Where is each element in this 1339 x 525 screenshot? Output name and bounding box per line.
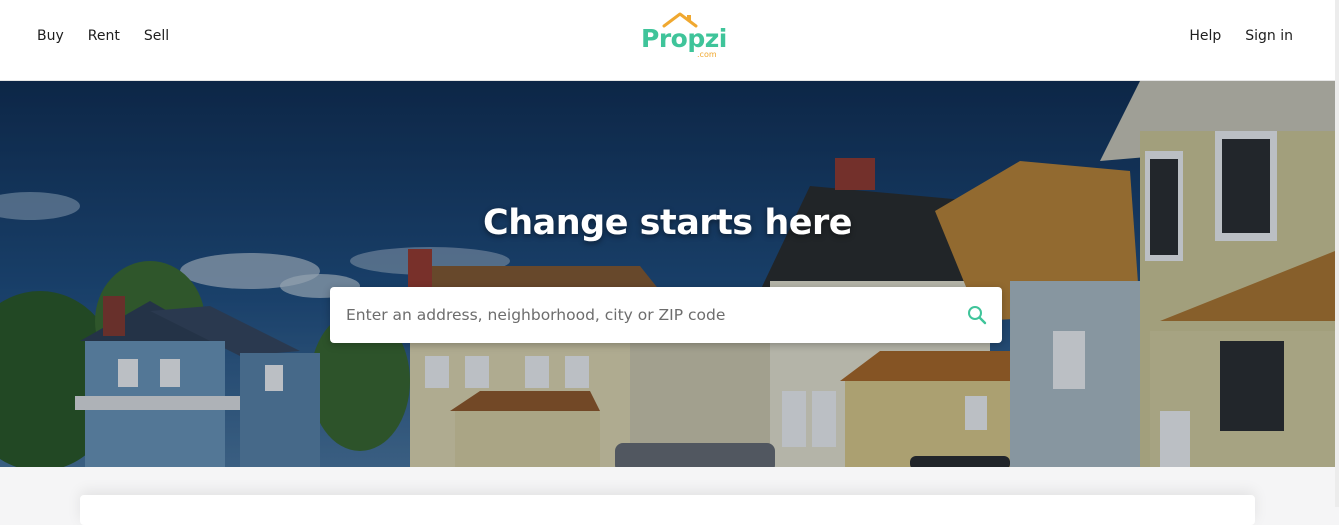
hero-title: Change starts here xyxy=(483,203,852,243)
search-bar xyxy=(330,287,1002,343)
nav-sign-in-link[interactable]: Sign in xyxy=(1245,28,1293,44)
content-area xyxy=(0,467,1335,525)
nav-sell-link[interactable]: Sell xyxy=(144,28,169,44)
nav-buy-link[interactable]: Buy xyxy=(37,28,64,44)
nav-left: Buy Rent Sell xyxy=(37,28,193,44)
hero-background-image xyxy=(0,81,1335,467)
search-input[interactable] xyxy=(344,287,948,343)
logo-domain: .com xyxy=(697,50,717,59)
page-scrollbar[interactable] xyxy=(1335,0,1339,507)
nav-help-link[interactable]: Help xyxy=(1189,28,1221,44)
top-navbar: Buy Rent Sell Propzi .com Help Sign in xyxy=(0,0,1335,81)
search-icon[interactable] xyxy=(966,304,988,326)
nav-right: Help Sign in xyxy=(1165,28,1293,44)
logo-wordmark: Propzi xyxy=(641,24,727,53)
propzi-logo[interactable]: Propzi .com xyxy=(641,12,727,62)
nav-rent-link[interactable]: Rent xyxy=(88,28,120,44)
hero-banner: Change starts here xyxy=(0,81,1335,467)
content-card xyxy=(80,495,1255,525)
